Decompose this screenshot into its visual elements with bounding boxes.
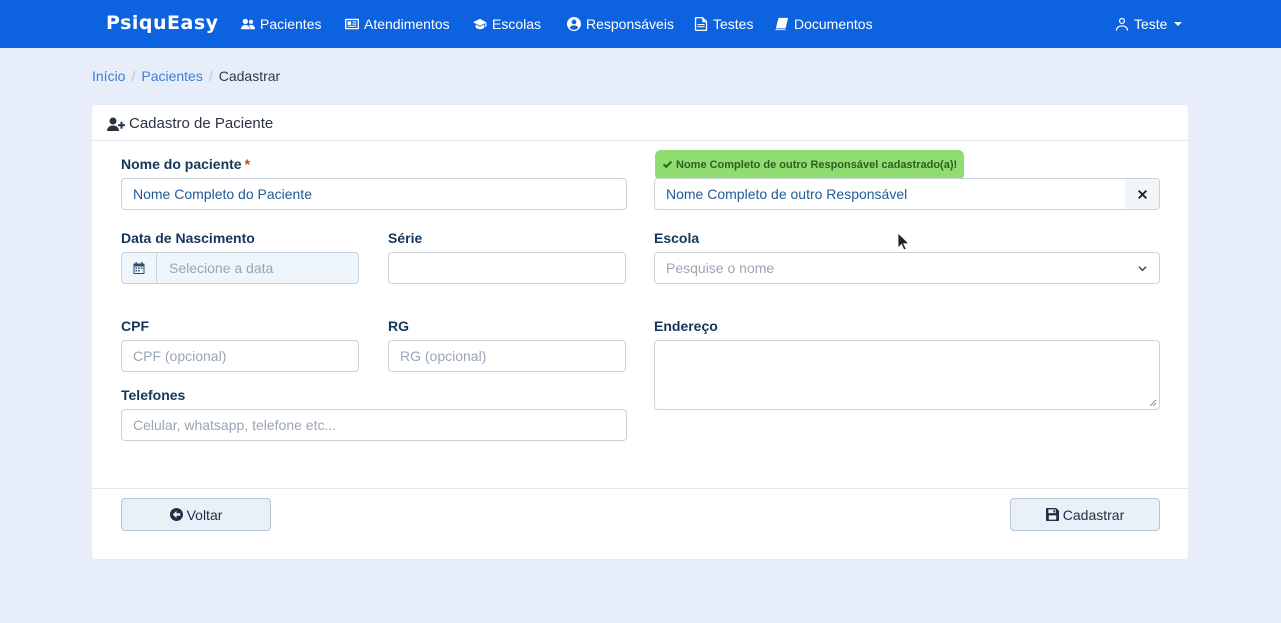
required-marker: * <box>244 156 251 172</box>
escola-label: Escola <box>654 230 700 246</box>
nav-item-atendimentos[interactable]: Atendimentos <box>345 16 450 32</box>
data-nascimento-group[interactable]: Selecione a data <box>121 252 359 284</box>
nav-label-escolas: Escolas <box>492 16 542 32</box>
nome-label-text: Nome do paciente <box>121 156 242 172</box>
id-card-icon <box>345 18 359 30</box>
data-nascimento-label: Data de Nascimento <box>121 230 255 246</box>
breadcrumb-separator: / <box>208 68 213 84</box>
top-navbar: PsiquEasy Pacientes Atendimentos Escolas… <box>0 0 1281 48</box>
nav-item-responsaveis[interactable]: Responsáveis <box>567 16 674 32</box>
cadastrar-button[interactable]: Cadastrar <box>1010 498 1160 531</box>
responsavel-badge-text: Nome Completo de outro Responsável cadas… <box>676 159 958 171</box>
breadcrumb-pacientes[interactable]: Pacientes <box>141 68 202 84</box>
voltar-button[interactable]: Voltar <box>121 498 271 531</box>
resize-handle-icon[interactable] <box>1149 399 1157 407</box>
nav-label-atendimentos: Atendimentos <box>364 16 450 32</box>
serie-label: Série <box>388 230 423 246</box>
user-menu[interactable]: Teste <box>1115 16 1183 32</box>
breadcrumb-inicio[interactable]: Início <box>92 68 125 84</box>
escola-select[interactable]: Pesquise o nome <box>654 252 1160 284</box>
cadastrar-label: Cadastrar <box>1062 506 1125 523</box>
breadcrumb-separator: / <box>131 68 136 84</box>
graduation-cap-icon <box>473 18 487 30</box>
responsavel-input[interactable]: Nome Completo de outro Responsável <box>654 178 1126 210</box>
nav-label-testes: Testes <box>713 16 754 32</box>
breadcrumb: Início / Pacientes / Cadastrar <box>92 68 280 84</box>
responsavel-value: Nome Completo de outro Responsável <box>666 186 908 202</box>
telefones-input[interactable]: Celular, whatsapp, telefone etc... <box>121 409 627 441</box>
nav-label-pacientes: Pacientes <box>260 16 322 32</box>
data-nascimento-input[interactable]: Selecione a data <box>157 252 359 284</box>
rg-label: RG <box>388 318 409 334</box>
endereco-label: Endereço <box>654 318 718 334</box>
voltar-label: Voltar <box>186 506 223 523</box>
user-plus-icon <box>107 117 125 131</box>
check-icon <box>662 160 673 169</box>
nav-label-documentos: Documentos <box>794 16 873 32</box>
nome-label: Nome do paciente * <box>121 156 250 172</box>
telefones-placeholder: Celular, whatsapp, telefone etc... <box>133 417 337 433</box>
patient-form-card: Cadastro de Paciente Nome do paciente * N… <box>92 105 1188 559</box>
brand-logo[interactable]: PsiquEasy <box>106 12 219 34</box>
card-header: Cadastro de Paciente <box>92 105 1188 141</box>
responsavel-success-badge: Nome Completo de outro Responsável cadas… <box>655 150 965 180</box>
cpf-label: CPF <box>121 318 149 334</box>
card-title-text: Cadastro de Paciente <box>129 115 274 132</box>
nav-item-pacientes[interactable]: Pacientes <box>241 16 321 32</box>
serie-input[interactable] <box>388 252 626 284</box>
rg-input[interactable]: RG (opcional) <box>388 340 626 372</box>
user-circle-icon <box>567 17 581 31</box>
data-nascimento-placeholder: Selecione a data <box>169 260 274 276</box>
card-footer-divider <box>92 488 1188 489</box>
calendar-addon[interactable] <box>121 252 157 284</box>
nav-label-responsaveis: Responsáveis <box>586 16 674 32</box>
nome-paciente-input[interactable]: Nome Completo do Paciente <box>121 178 627 210</box>
book-icon <box>775 17 789 31</box>
save-icon <box>1045 508 1059 521</box>
endereco-textarea[interactable] <box>654 340 1160 410</box>
calendar-icon <box>133 262 145 274</box>
nav-item-documentos[interactable]: Documentos <box>775 16 873 32</box>
breadcrumb-current: Cadastrar <box>218 68 281 84</box>
nav-item-testes[interactable]: Testes <box>694 16 753 32</box>
user-menu-label: Teste <box>1134 16 1168 32</box>
rg-placeholder: RG (opcional) <box>400 348 487 364</box>
mouse-cursor-icon <box>897 232 910 251</box>
nav-item-escolas[interactable]: Escolas <box>473 16 541 32</box>
cpf-placeholder: CPF (opcional) <box>133 348 227 364</box>
clear-responsavel-button[interactable] <box>1125 178 1160 210</box>
cpf-input[interactable]: CPF (opcional) <box>121 340 359 372</box>
users-icon <box>241 18 255 30</box>
arrow-circle-left-icon <box>169 508 183 521</box>
user-icon <box>1115 17 1129 31</box>
escola-placeholder: Pesquise o nome <box>666 260 775 276</box>
close-icon <box>1137 189 1147 199</box>
file-text-icon <box>694 17 708 31</box>
caret-down-icon <box>1174 22 1183 26</box>
telefones-label: Telefones <box>121 387 186 403</box>
nome-paciente-value: Nome Completo do Paciente <box>133 186 312 202</box>
chevron-down-icon <box>1138 266 1147 272</box>
card-title: Cadastro de Paciente <box>107 115 273 132</box>
